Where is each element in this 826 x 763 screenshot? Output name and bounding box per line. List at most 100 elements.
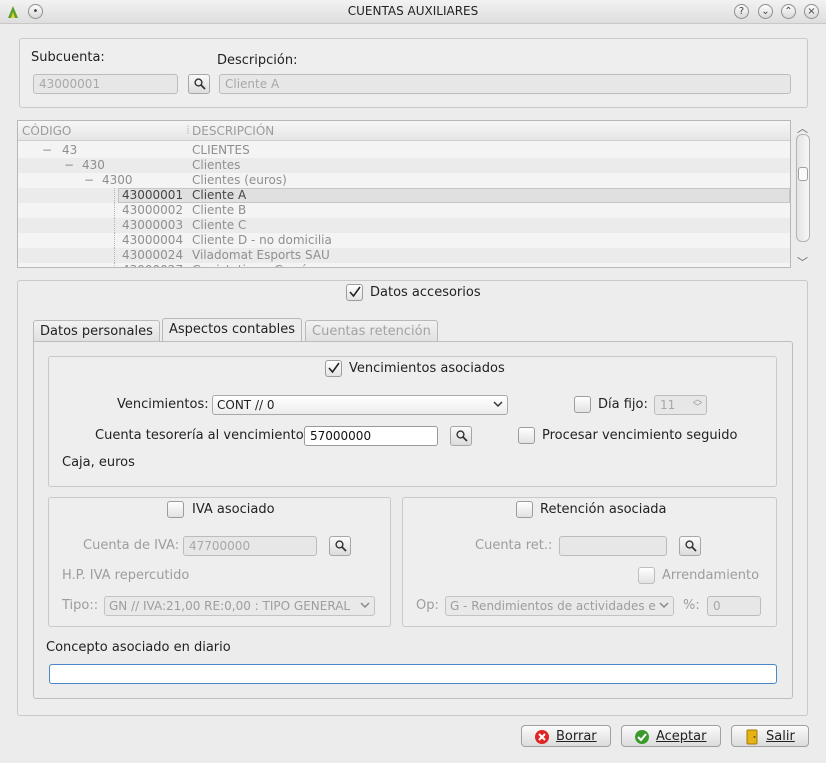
tree-row[interactable]: 43000002 Cliente B bbox=[18, 203, 790, 218]
column-codigo[interactable]: CÓDIGO bbox=[22, 124, 71, 138]
tree-cell-code: 43 bbox=[62, 143, 78, 157]
cuenta-ret-field bbox=[559, 536, 667, 556]
tree-guide bbox=[114, 203, 115, 218]
cuenta-ret-label: Cuenta ret.: bbox=[475, 538, 553, 553]
maximize-icon[interactable]: ⌃ bbox=[781, 4, 796, 19]
dia-fijo-spinbox[interactable]: 11 ︿ ﹀ bbox=[654, 395, 707, 415]
retencion-check-label: Retención asociada bbox=[540, 502, 667, 517]
dia-fijo-label: Día fijo: bbox=[598, 397, 648, 412]
tree-cell-description: Clientes (euros) bbox=[192, 173, 287, 187]
tree-cell-code: 430 bbox=[82, 158, 105, 172]
tree-guide bbox=[114, 263, 115, 267]
subcuenta-field[interactable]: 43000001 bbox=[33, 74, 178, 94]
tesoreria-search-button[interactable] bbox=[450, 426, 472, 446]
scroll-down-icon[interactable]: ﹀ bbox=[797, 254, 808, 270]
scroll-track[interactable] bbox=[796, 134, 810, 242]
tesoreria-field[interactable]: 57000000 bbox=[304, 426, 438, 446]
tab-datos-personales[interactable]: Datos personales bbox=[33, 320, 160, 342]
subcuenta-label: Subcuenta: bbox=[31, 50, 105, 65]
dia-fijo-checkbox[interactable] bbox=[574, 396, 591, 413]
tree-row[interactable]: −4300 Clientes (euros) bbox=[18, 173, 790, 188]
tree-row[interactable]: 43000003 Cliente C bbox=[18, 218, 790, 233]
tree-cell-code: 43000024 bbox=[122, 248, 184, 262]
op-value: G - Rendimientos de actividades e bbox=[450, 599, 656, 613]
title-bar[interactable]: • CUENTAS AUXILIARES ? ⌄ ⌃ × bbox=[0, 0, 826, 24]
borrar-label: Borrar bbox=[556, 729, 597, 744]
spin-arrows-icon[interactable]: ︿ ﹀ bbox=[693, 396, 702, 413]
op-label: Op: bbox=[416, 598, 439, 613]
aceptar-label: Aceptar bbox=[656, 729, 707, 744]
vencimientos-select[interactable]: CONT // 0 bbox=[212, 395, 508, 415]
tree-guide bbox=[114, 248, 115, 263]
collapse-icon[interactable]: − bbox=[84, 173, 94, 187]
procesar-checkbox[interactable] bbox=[518, 427, 535, 444]
scroll-handle[interactable] bbox=[798, 167, 808, 181]
iva-checkbox[interactable] bbox=[167, 501, 184, 518]
exit-door-icon bbox=[744, 729, 760, 749]
tree-cell-description: Cliente A bbox=[192, 188, 247, 202]
borrar-button[interactable]: Borrar bbox=[521, 725, 611, 747]
tree-guide bbox=[114, 218, 115, 233]
help-icon[interactable]: ? bbox=[734, 4, 749, 19]
cuenta-iva-field: 47700000 bbox=[183, 536, 317, 556]
chevron-down-icon bbox=[360, 599, 370, 614]
tab-aspectos-contables[interactable]: Aspectos contables bbox=[162, 318, 303, 342]
tree-cell-description: Genistatierra García bbox=[192, 263, 313, 267]
descripcion-label: Descripción: bbox=[217, 53, 298, 68]
cuenta-iva-search-button bbox=[329, 536, 351, 556]
tree-row[interactable]: 43000024 Viladomat Esports SAU bbox=[18, 248, 790, 263]
tree-row[interactable]: 43000001 Cliente A bbox=[18, 188, 790, 203]
tree-cell-code: 43000001 bbox=[122, 188, 184, 202]
tree-cell-code: 4300 bbox=[102, 173, 133, 187]
accounts-tree[interactable]: CÓDIGO ⁞ DESCRIPCIÓN −43 CLIENTES −430 Clie… bbox=[17, 120, 791, 268]
tipo-label: Tipo:: bbox=[62, 598, 99, 613]
subcuenta-search-button[interactable] bbox=[188, 74, 210, 94]
column-descripcion[interactable]: DESCRIPCIÓN bbox=[192, 124, 274, 138]
vencimientos-check-label: Vencimientos asociados bbox=[349, 361, 505, 376]
collapse-icon[interactable]: − bbox=[64, 158, 74, 172]
datos-accesorios-label: Datos accesorios bbox=[370, 285, 481, 300]
tree-scrollbar[interactable]: ︿ ﹀ bbox=[795, 120, 811, 270]
tree-row[interactable]: −430 Clientes bbox=[18, 158, 790, 173]
tree-row[interactable]: 43000027 Genistatierra García bbox=[18, 263, 790, 267]
salir-label: Salir bbox=[766, 729, 795, 744]
tree-cell-description: Viladomat Esports SAU bbox=[192, 248, 330, 262]
close-icon[interactable]: × bbox=[804, 4, 819, 19]
tree-cell-code: 43000002 bbox=[122, 203, 184, 217]
tree-guide bbox=[114, 233, 115, 248]
pct-field: 0 bbox=[707, 596, 761, 616]
datos-accesorios-checkbox[interactable] bbox=[346, 284, 363, 301]
tipo-iva-select: GN // IVA:21,00 RE:0,00 : TIPO GENERAL bbox=[104, 596, 375, 616]
descripcion-field[interactable]: Cliente A bbox=[219, 74, 791, 94]
vencimientos-value: CONT // 0 bbox=[217, 398, 275, 412]
collapse-icon[interactable]: − bbox=[42, 143, 52, 157]
window-title: CUENTAS AUXILIARES bbox=[347, 4, 479, 18]
tree-row[interactable]: −43 CLIENTES bbox=[18, 143, 790, 158]
cuenta-ret-search-button bbox=[679, 536, 701, 556]
pct-label: %: bbox=[683, 598, 700, 613]
search-icon bbox=[335, 540, 347, 552]
chevron-down-icon bbox=[493, 398, 503, 413]
delete-icon bbox=[534, 729, 550, 749]
minimize-icon[interactable]: ⌄ bbox=[758, 4, 773, 19]
aceptar-button[interactable]: Aceptar bbox=[621, 725, 721, 747]
cuenta-iva-label: Cuenta de IVA: bbox=[83, 538, 180, 553]
retencion-checkbox[interactable] bbox=[516, 501, 533, 518]
tree-cell-description: Cliente B bbox=[192, 203, 247, 217]
vencimientos-checkbox[interactable] bbox=[325, 360, 342, 377]
procesar-label: Procesar vencimiento seguido bbox=[542, 428, 738, 443]
tree-row[interactable]: 43000004 Cliente D - no domicilia bbox=[18, 233, 790, 248]
chevron-down-icon bbox=[659, 599, 669, 614]
tree-cell-code: 43000027 bbox=[122, 263, 183, 267]
concepto-input[interactable] bbox=[49, 664, 777, 684]
subcuenta-group bbox=[19, 38, 808, 108]
tesoreria-description: Caja, euros bbox=[62, 455, 135, 470]
tab-cuentas-retencion: Cuentas retención bbox=[305, 320, 438, 342]
tree-header: CÓDIGO ⁞ DESCRIPCIÓN bbox=[18, 121, 790, 141]
salir-button[interactable]: Salir bbox=[731, 725, 809, 747]
arrendamiento-checkbox bbox=[638, 567, 655, 584]
dia-fijo-value: 11 bbox=[660, 398, 676, 412]
column-separator: ⁞ bbox=[186, 123, 190, 137]
op-select: G - Rendimientos de actividades e bbox=[445, 596, 674, 616]
checkmark-icon bbox=[349, 286, 361, 298]
